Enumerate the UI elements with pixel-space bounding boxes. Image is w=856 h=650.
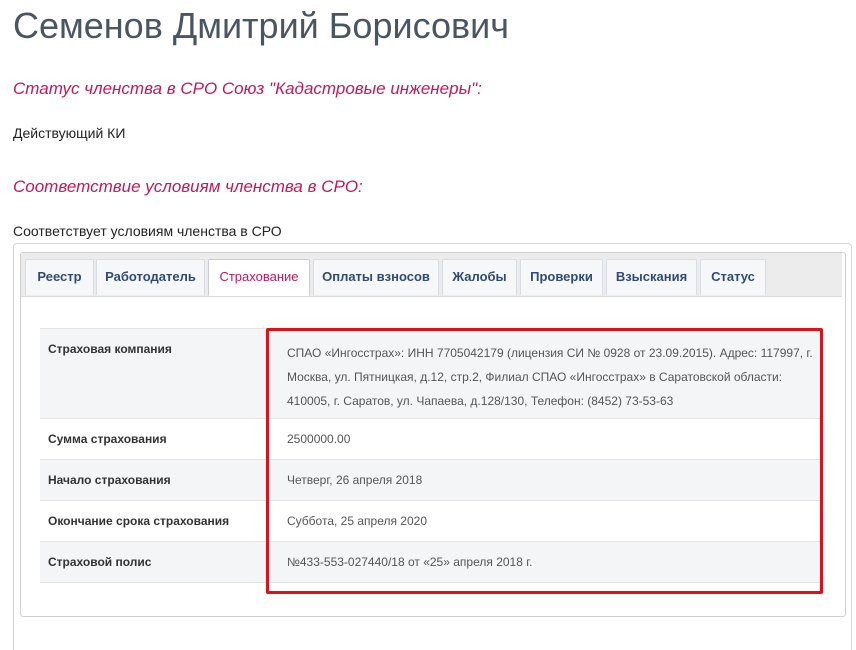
compliance-value: Соответствует условиям членства в СРО bbox=[13, 223, 282, 239]
page-title: Семенов Дмитрий Борисович bbox=[13, 5, 509, 46]
sum-insured-value: 2500000.00 bbox=[283, 418, 822, 460]
insurance-end-value: Суббота, 25 апреля 2020 bbox=[283, 500, 822, 542]
table-row: Начало страхования Четверг, 26 апреля 20… bbox=[40, 459, 822, 501]
tab-inspections[interactable]: Проверки bbox=[520, 259, 603, 295]
membership-status-heading: Статус членства в СРО Союз "Кадастровые … bbox=[13, 79, 482, 98]
insurer-line: 410005, г. Саратов, ул. Чапаева, д.128/1… bbox=[287, 394, 674, 408]
policy-value: №433-553-027440/18 от «25» апреля 2018 г… bbox=[283, 541, 822, 583]
sum-insured-label: Сумма страхования bbox=[40, 418, 283, 460]
table-row: Окончание срока страхования Суббота, 25 … bbox=[40, 500, 822, 542]
page: Семенов Дмитрий Борисович Статус членств… bbox=[0, 0, 856, 650]
insurance-end-label: Окончание срока страхования bbox=[40, 500, 283, 542]
tab-fee-payments[interactable]: Оплаты взносов bbox=[313, 259, 439, 295]
membership-status-value: Действующий КИ bbox=[13, 125, 126, 141]
insurer-value: СПАО «Ингосстрах»: ИНН 7705042179 (лицен… bbox=[283, 328, 822, 419]
insurance-start-value: Четверг, 26 апреля 2018 bbox=[283, 459, 822, 501]
tab-status[interactable]: Статус bbox=[700, 259, 766, 295]
compliance-heading: Соответствие условиям членства в СРО: bbox=[13, 177, 363, 196]
insurer-line: Москва, ул. Пятницкая, д.12, стр.2, Фили… bbox=[287, 370, 783, 384]
tab-complaints[interactable]: Жалобы bbox=[442, 259, 517, 295]
table-row: Страховой полис №433-553-027440/18 от «2… bbox=[40, 541, 822, 583]
insurance-start-label: Начало страхования bbox=[40, 459, 283, 501]
insurer-line: СПАО «Ингосстрах»: ИНН 7705042179 (лицен… bbox=[287, 346, 813, 360]
tab-penalties[interactable]: Взыскания bbox=[606, 259, 697, 295]
policy-label: Страховой полис bbox=[40, 541, 283, 583]
tab-employer[interactable]: Работодатель bbox=[96, 259, 205, 295]
table-row: Сумма страхования 2500000.00 bbox=[40, 418, 822, 460]
tab-insurance[interactable]: Страхование bbox=[208, 259, 310, 296]
insurer-label: Страховая компания bbox=[40, 328, 283, 419]
tab-registry[interactable]: Реестр bbox=[25, 259, 94, 295]
insurance-table: Страховая компания СПАО «Ингосстрах»: ИН… bbox=[40, 328, 822, 583]
table-row: Страховая компания СПАО «Ингосстрах»: ИН… bbox=[40, 328, 822, 419]
